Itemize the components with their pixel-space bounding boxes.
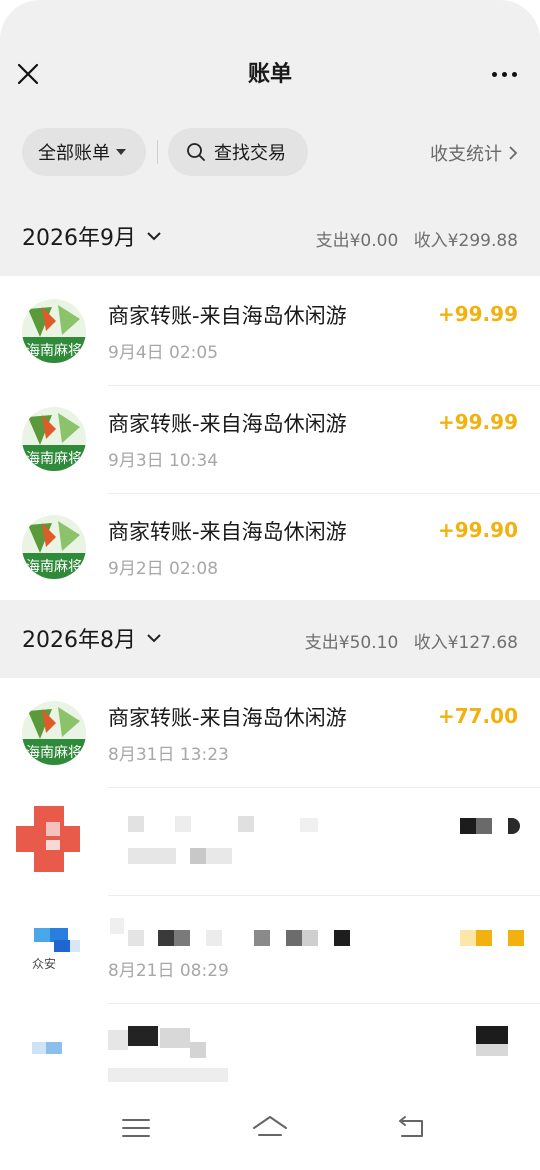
month-title: 2026年8月 <box>22 628 136 653</box>
obscured-amount <box>460 930 476 946</box>
obscured-amount <box>476 930 492 946</box>
month-income: 收入¥299.88 <box>413 231 518 251</box>
obscured-text <box>108 1068 228 1082</box>
transaction-amount: +99.90 <box>437 518 518 542</box>
month-expense: 支出¥0.00 <box>315 231 399 251</box>
system-nav-bar <box>0 1084 540 1170</box>
transaction-amount: +77.00 <box>437 704 518 728</box>
transaction-time: 9月2日 02:08 <box>108 559 219 579</box>
transaction-row-obscured[interactable] <box>0 788 540 896</box>
obscured-text <box>206 930 222 946</box>
obscured-amount <box>476 1044 508 1056</box>
obscured-avatar <box>16 806 80 872</box>
month-expense: 支出¥50.10 <box>304 633 399 653</box>
month-stats: 支出¥0.00 收入¥299.88 <box>306 226 518 251</box>
obscured-text <box>128 930 144 946</box>
back-icon[interactable] <box>392 1108 432 1148</box>
stats-link-label: 收支统计 <box>430 144 502 165</box>
stats-link[interactable]: 收支统计 <box>430 140 518 166</box>
obscured-amount <box>508 818 520 834</box>
chevron-down-icon <box>147 634 161 643</box>
search-label: 查找交易 <box>214 143 286 164</box>
month-selector[interactable]: 2026年9月 <box>22 220 162 252</box>
obscured-text <box>128 1026 158 1046</box>
transaction-name: 商家转账-来自海岛休闲游 <box>108 706 347 730</box>
obscured-avatar: 众安 <box>26 924 82 974</box>
obscured-avatar <box>30 1038 70 1068</box>
obscured-amount <box>508 930 524 946</box>
page-title: 账单 <box>247 62 292 87</box>
filter-all-button[interactable]: 全部账单 <box>22 128 146 176</box>
month-header: 2026年9月 支出¥0.00 收入¥299.88 <box>0 198 540 276</box>
transaction-name: 商家转账-来自海岛休闲游 <box>108 520 347 544</box>
month-title: 2026年9月 <box>22 226 136 251</box>
obscured-text <box>158 930 174 946</box>
obscured-text <box>190 848 206 864</box>
search-button[interactable]: 查找交易 <box>168 128 308 176</box>
divider <box>157 140 158 164</box>
merchant-avatar: 海南麻将 <box>22 701 86 765</box>
obscured-text <box>190 1042 206 1058</box>
avatar-logo-text: 海南麻将 <box>26 559 82 575</box>
obscured-text <box>300 818 318 832</box>
transaction-amount: +99.99 <box>437 302 518 326</box>
caret-down-icon <box>116 149 126 155</box>
chevron-down-icon <box>147 232 161 241</box>
transaction-row[interactable]: 海南麻将 商家转账-来自海岛休闲游 9月3日 10:34 +99.99 <box>0 386 540 494</box>
obscured-text <box>128 848 176 864</box>
avatar-logo-text: 海南麻将 <box>26 451 82 467</box>
obscured-text <box>160 1028 190 1048</box>
obscured-text <box>334 930 350 946</box>
obscured-text <box>302 930 318 946</box>
transaction-row[interactable]: 海南麻将 商家转账-来自海岛休闲游 9月4日 02:05 +99.99 <box>0 278 540 386</box>
month-stats: 支出¥50.10 收入¥127.68 <box>295 628 518 653</box>
transaction-amount: +99.99 <box>437 410 518 434</box>
obscured-text <box>206 848 232 864</box>
obscured-text <box>238 816 254 832</box>
avatar-logo-text: 海南麻将 <box>26 745 82 761</box>
filter-all-label: 全部账单 <box>38 143 110 164</box>
menu-icon[interactable] <box>116 1108 156 1148</box>
transaction-name: 商家转账-来自海岛休闲游 <box>108 304 347 328</box>
bill-page: 账单 全部账单 查找交易 收支统计 2026年9月 支出¥0.00 收入¥299… <box>0 0 540 1170</box>
transaction-row[interactable]: 海南麻将 商家转账-来自海岛休闲游 9月2日 02:08 +99.90 <box>0 494 540 602</box>
transaction-time: 8月31日 13:23 <box>108 745 229 765</box>
merchant-avatar: 海南麻将 <box>22 515 86 579</box>
month-selector[interactable]: 2026年8月 <box>22 622 162 654</box>
transaction-name: 商家转账-来自海岛休闲游 <box>108 412 347 436</box>
obscured-amount <box>476 818 492 834</box>
home-icon[interactable] <box>250 1108 290 1148</box>
transaction-row[interactable]: 海南麻将 商家转账-来自海岛休闲游 8月31日 13:23 +77.00 <box>0 680 540 788</box>
obscured-text <box>128 816 144 832</box>
obscured-text <box>110 918 124 934</box>
transaction-time: 9月4日 02:05 <box>108 343 219 363</box>
obscured-text <box>286 930 302 946</box>
obscured-text <box>175 816 191 832</box>
transaction-row-obscured[interactable] <box>0 1004 540 1084</box>
search-icon <box>187 143 205 161</box>
transaction-time: 8月21日 08:29 <box>108 961 229 981</box>
obscured-text <box>108 1030 128 1050</box>
avatar-logo-text: 海南麻将 <box>26 343 82 359</box>
more-icon[interactable] <box>488 58 520 90</box>
month-header: 2026年8月 支出¥50.10 收入¥127.68 <box>0 600 540 678</box>
merchant-avatar: 海南麻将 <box>22 407 86 471</box>
obscured-text <box>254 930 270 946</box>
transaction-row-obscured[interactable]: 众安 8月21日 08:29 <box>0 896 540 1004</box>
avatar-small-text: 众安 <box>32 956 56 971</box>
obscured-amount <box>476 1026 508 1044</box>
header: 账单 全部账单 查找交易 收支统计 <box>0 0 540 198</box>
merchant-avatar: 海南麻将 <box>22 299 86 363</box>
chevron-right-icon <box>509 146 518 160</box>
transaction-time: 9月3日 10:34 <box>108 451 219 471</box>
obscured-amount <box>460 818 476 834</box>
obscured-text <box>174 930 190 946</box>
month-income: 收入¥127.68 <box>413 633 518 653</box>
